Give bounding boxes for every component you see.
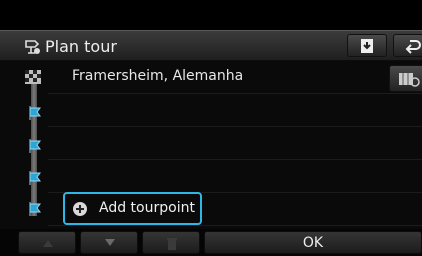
waypoint-flag-icon: [29, 202, 41, 216]
back-button[interactable]: [393, 34, 422, 57]
map-view-button[interactable]: [389, 65, 422, 92]
footer-bar: OK: [0, 229, 422, 256]
destination-flag-icon: [25, 70, 41, 84]
ok-label: OK: [302, 235, 324, 251]
list-row: [48, 160, 422, 193]
map-icon: [399, 73, 420, 87]
trash-icon: [167, 238, 177, 250]
ok-button[interactable]: OK: [204, 231, 422, 254]
arrow-up-icon: [43, 240, 53, 247]
info-download-icon: [361, 39, 373, 53]
list-row: [48, 127, 422, 160]
add-tourpoint-label: Add tourpoint: [99, 200, 195, 216]
info-button[interactable]: [347, 34, 387, 57]
waypoint-flag-icon: [29, 171, 41, 185]
move-up-button[interactable]: [18, 231, 76, 254]
route-plan-icon: [25, 40, 40, 54]
destination-name[interactable]: Framersheim, Alemanha: [72, 68, 243, 84]
delete-button[interactable]: [142, 231, 200, 254]
plus-icon: [73, 202, 87, 216]
page-title: Plan tour: [45, 37, 117, 56]
status-bar: [0, 0, 422, 30]
move-down-button[interactable]: [80, 231, 138, 254]
back-arrow-icon: [405, 40, 421, 54]
waypoint-flag-icon: [29, 139, 41, 153]
waypoint-flag-icon: [29, 106, 41, 120]
list-row: [48, 94, 422, 127]
arrow-down-icon: [105, 239, 115, 246]
header-bar: Plan tour: [0, 30, 422, 61]
add-tourpoint-button[interactable]: Add tourpoint: [63, 192, 202, 225]
